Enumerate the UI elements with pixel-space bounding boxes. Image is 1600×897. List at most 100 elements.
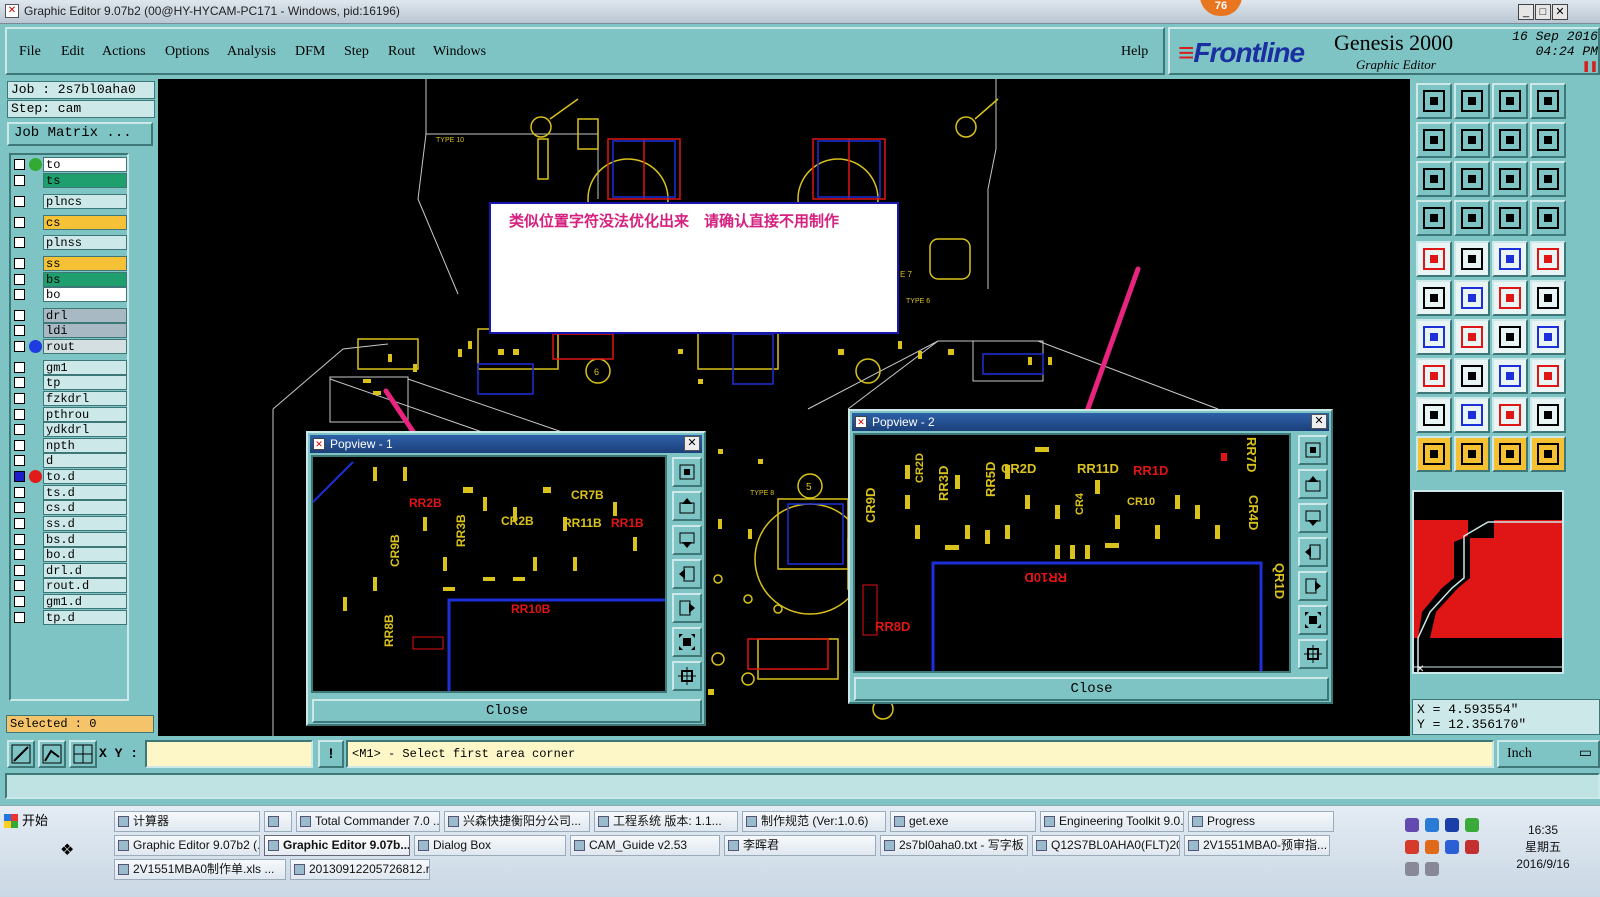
layer-row-ydkdrl[interactable]: ydkdrl [11, 422, 129, 437]
tray-icon[interactable] [1405, 840, 1419, 854]
taskbar-button[interactable]: Q12S7BL0AHA0(FLT)20... [1032, 835, 1180, 856]
taskbar-button[interactable]: Graphic Editor 9.07b2 (... [114, 835, 260, 856]
shield-icon[interactable] [1465, 818, 1479, 832]
popview-tool-pan-up[interactable] [672, 491, 702, 521]
menu-file[interactable]: File [19, 44, 41, 60]
popview-1-close-icon[interactable]: ✕ [684, 436, 700, 451]
layer-checkbox[interactable] [14, 440, 25, 451]
menu-rout[interactable]: Rout [388, 44, 415, 60]
popview-2-canvas[interactable]: CR9D RR3D RR5D CR2D RR11D RR1D CR10 CR4 … [853, 433, 1291, 673]
layer-row-rout[interactable]: rout [11, 339, 129, 354]
layer-checkbox[interactable] [14, 393, 25, 404]
layer-name[interactable]: to.d [43, 469, 127, 484]
layer-name[interactable]: pthrou [43, 407, 127, 422]
layer-row-bs-d[interactable]: bs.d [11, 532, 129, 547]
taskbar-button[interactable]: 2V1551MBA0制作单.xls ... [114, 859, 286, 880]
layer-checkbox[interactable] [14, 274, 25, 285]
taskbar-button[interactable]: get.exe [890, 811, 1036, 832]
layer-compare-tool-button[interactable] [1492, 200, 1528, 236]
maximize-button[interactable]: □ [1535, 4, 1551, 20]
popview-tool-pan-down[interactable] [1298, 503, 1328, 533]
layer-up-tool-button[interactable] [1416, 83, 1452, 119]
bluetooth-icon[interactable] [1445, 818, 1459, 832]
layer-checkbox[interactable] [14, 502, 25, 513]
layer-row-plncs[interactable]: plncs [11, 194, 129, 209]
layer-name[interactable]: npth [43, 438, 127, 453]
network-icon[interactable] [1405, 862, 1419, 876]
layer-down-tool-button[interactable] [1454, 83, 1490, 119]
node-move-tool-button[interactable] [1530, 280, 1566, 316]
menu-edit[interactable]: Edit [61, 44, 84, 60]
move-left-tool-button[interactable] [1416, 122, 1452, 158]
taskbar-button[interactable]: Progress [1188, 811, 1334, 832]
taskbar-button[interactable]: 2V1551MBA0-预审指... [1184, 835, 1330, 856]
layer-row-d[interactable]: d [11, 453, 129, 468]
layer-name[interactable]: gm1.d [43, 594, 127, 609]
dot-tool-button[interactable] [1530, 241, 1566, 277]
popview-1-close-button[interactable]: Close [312, 699, 702, 723]
layer-row-gm1-d[interactable]: gm1.d [11, 594, 129, 609]
clock[interactable]: 16:35 星期五 2016/9/16 [1493, 822, 1593, 873]
popview-tool-pan-right[interactable] [672, 593, 702, 623]
triangle-alt-tool-button[interactable] [1454, 397, 1490, 433]
layer-name[interactable]: cs [43, 215, 127, 230]
layer-row-cs-d[interactable]: cs.d [11, 500, 129, 515]
layer-name[interactable]: gm1 [43, 360, 127, 375]
layer-checkbox[interactable] [14, 325, 25, 336]
menu-help[interactable]: Help [1121, 44, 1148, 60]
triangle-b-tool-button[interactable] [1530, 397, 1566, 433]
popview-2-close-icon[interactable]: ✕ [1311, 414, 1327, 429]
menu-windows[interactable]: Windows [433, 44, 486, 60]
popview-1-titlebar[interactable]: ✕ Popview - 1 ✕ [310, 435, 702, 453]
layer-row-to[interactable]: to [11, 157, 129, 172]
layer-row-drl[interactable]: drl [11, 308, 129, 323]
layer-name[interactable]: to [43, 157, 127, 172]
layer-checkbox[interactable] [14, 409, 25, 420]
taskbar-button[interactable]: Graphic Editor 9.07b... [264, 835, 410, 856]
layer-checkbox[interactable] [14, 549, 25, 560]
taskbar-button[interactable] [264, 811, 292, 832]
popview-tool-zoom-home[interactable] [672, 457, 702, 487]
layer-checkbox[interactable] [14, 612, 25, 623]
layer-checkbox[interactable] [14, 377, 25, 388]
layer-row-cs[interactable]: cs [11, 215, 129, 230]
connect-tool-button[interactable] [1416, 280, 1452, 316]
layer-row-pthrou[interactable]: pthrou [11, 407, 129, 422]
measure-mode-icon[interactable] [38, 740, 66, 768]
desktop-icon[interactable]: ❖ [60, 840, 90, 862]
popview-tool-zoom-out[interactable] [1298, 605, 1328, 635]
flip-tool-button[interactable] [1530, 319, 1566, 355]
layer-checkbox[interactable] [14, 565, 25, 576]
popview-tool-zoom-out[interactable] [672, 627, 702, 657]
layer-name[interactable]: rout [43, 339, 127, 354]
popview-tool-pan-left[interactable] [1298, 537, 1328, 567]
layer-checkbox[interactable] [14, 534, 25, 545]
node-tool-button[interactable] [1492, 280, 1528, 316]
layer-row-ss[interactable]: ss [11, 256, 129, 271]
taskbar-button[interactable]: 制作规范 (Ver:1.0.6) [742, 811, 886, 832]
delete-tool-button[interactable] [1454, 280, 1490, 316]
layer-name[interactable]: drl.d [43, 563, 127, 578]
angle-tool-button[interactable] [1416, 319, 1452, 355]
tray-icon[interactable] [1445, 840, 1459, 854]
window-tool-button[interactable] [1530, 83, 1566, 119]
select-net-tool-button[interactable] [1530, 436, 1566, 472]
menu-actions[interactable]: Actions [102, 44, 146, 60]
taskbar-button[interactable]: 李晖君 [724, 835, 876, 856]
layer-name[interactable]: cs.d [43, 500, 127, 515]
scale-tool-button[interactable] [1492, 241, 1528, 277]
taskbar-button[interactable]: 工程系统 版本: 1.1... [594, 811, 738, 832]
taskbar-button[interactable]: 20130912205726812.rtf... [290, 859, 430, 880]
zoom-center-tool-button[interactable] [1454, 161, 1490, 197]
popview-2-close-button[interactable]: Close [854, 677, 1329, 701]
home-tool-button[interactable] [1492, 83, 1528, 119]
move-right-tool-button[interactable] [1454, 122, 1490, 158]
taskbar-button[interactable]: 兴森快捷衡阳分公司... [444, 811, 590, 832]
copy-tool-button[interactable] [1416, 358, 1452, 394]
popview-1-canvas[interactable]: RR2B CR7B CR9B RR3B CR2B RR11B RR1B RR10… [311, 455, 667, 693]
layer-checkbox[interactable] [14, 289, 25, 300]
align-tool-button[interactable] [1492, 358, 1528, 394]
layer-checkbox[interactable] [14, 237, 25, 248]
layer-row-tp-d[interactable]: tp.d [11, 610, 129, 625]
layer-name[interactable]: rout.d [43, 578, 127, 593]
